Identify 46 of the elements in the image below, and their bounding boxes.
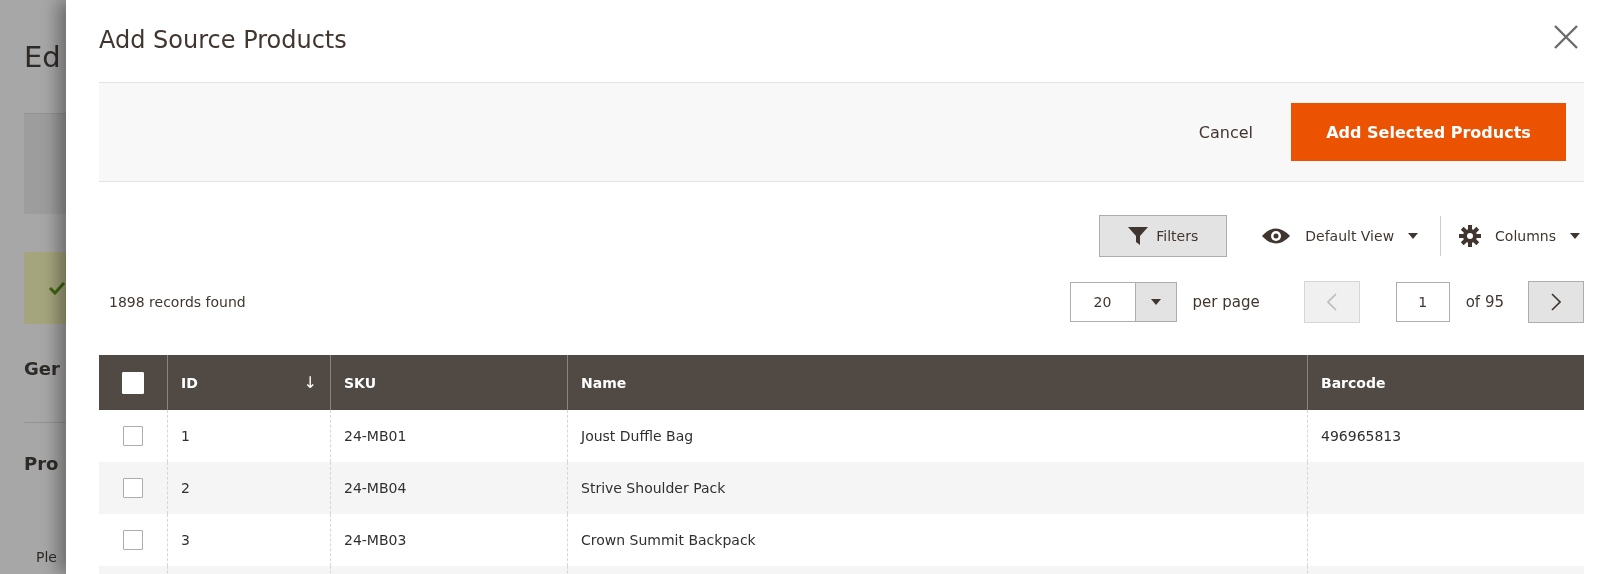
per-page-select[interactable]: 20 [1069,282,1177,322]
table-cell: Crown Summit Backpack [581,532,756,548]
modal-title: Add Source Products [99,26,347,54]
gear-icon [1459,225,1482,247]
eye-icon [1261,227,1292,245]
funnel-icon [1128,227,1149,245]
row-checkbox[interactable] [123,426,143,446]
table-cell: 3 [181,532,190,548]
column-header[interactable]: ID [181,374,198,391]
caret-icon [1150,299,1161,305]
page-total: of 95 [1465,293,1504,311]
column-header[interactable]: Barcode [1321,374,1386,391]
note-text: Ple [35,549,58,565]
filters-button[interactable]: Filters [1099,215,1228,257]
chevron-right-icon [1551,293,1561,311]
table-cell: 2 [181,480,190,496]
table-cell: 24-MB04 [344,480,407,496]
table-cell: Strive Shoulder Pack [581,480,726,496]
records-count: 1898 records found [108,294,246,310]
add-selected-button[interactable]: Add Selected Products [1291,103,1566,161]
table-cell: Joust Duffle Bag [581,428,694,444]
section-title[interactable]: Ger [24,358,66,388]
per-page-label: per page [1192,293,1260,311]
chevron-left-icon [1326,293,1337,311]
table-cell: 1 [181,428,190,444]
cancel-button[interactable]: Cancel [1198,122,1253,142]
column-header[interactable]: Name [581,374,627,391]
page-title: Ed [24,40,62,76]
table-cell: 24-MB03 [344,532,407,548]
section-title[interactable]: Pro [24,453,66,483]
close-icon [1554,25,1578,49]
caret-icon [1408,233,1419,239]
close-button[interactable] [1554,25,1578,49]
next-page-button[interactable] [1528,281,1584,323]
page-number-field[interactable]: 1 [1395,282,1450,322]
check-icon [48,281,66,295]
row-checkbox[interactable] [123,530,143,550]
view-dropdown[interactable]: Default View [1261,227,1419,245]
caret-icon [1570,233,1580,239]
columns-dropdown[interactable]: Columns [1459,225,1580,247]
column-header[interactable]: SKU [344,374,377,391]
table-cell: 24-MB01 [344,428,407,444]
row-checkbox[interactable] [123,478,143,498]
table-cell: 496965813 [1321,428,1402,444]
sort-arrow[interactable]: ↓ [303,373,317,392]
select-all-checkbox[interactable] [122,371,144,394]
